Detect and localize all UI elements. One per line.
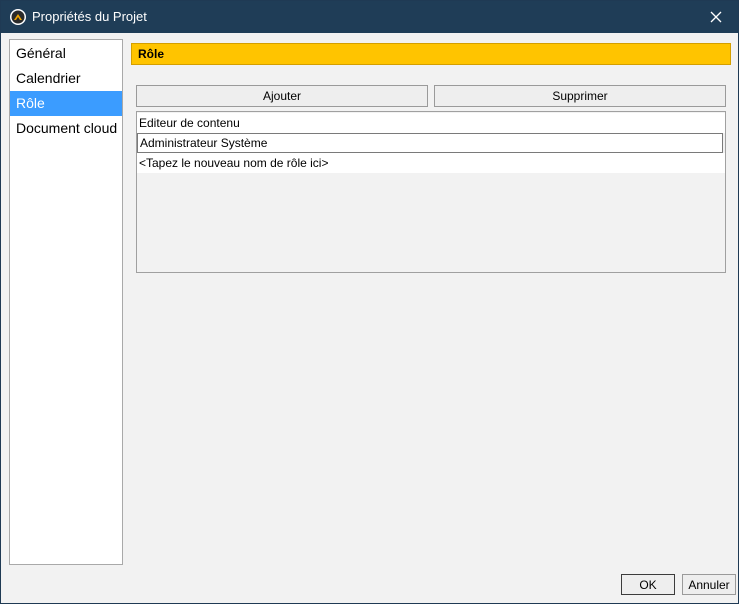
nav-item-general[interactable]: Général bbox=[10, 41, 122, 66]
role-list[interactable]: Editeur de contenu Administrateur Systèm… bbox=[136, 111, 726, 273]
close-icon bbox=[710, 11, 722, 23]
nav-item-calendar[interactable]: Calendrier bbox=[10, 66, 122, 91]
role-list-item[interactable]: Editeur de contenu bbox=[137, 113, 725, 133]
settings-nav-list: Général Calendrier Rôle Document cloud bbox=[9, 39, 123, 565]
section-header: Rôle bbox=[131, 43, 731, 65]
close-button[interactable] bbox=[698, 3, 734, 31]
add-role-button[interactable]: Ajouter bbox=[136, 85, 428, 107]
title-bar[interactable]: Propriétés du Projet bbox=[1, 1, 738, 33]
role-list-item[interactable]: Administrateur Système bbox=[137, 133, 723, 153]
cancel-button[interactable]: Annuler bbox=[682, 574, 736, 595]
nav-item-cloud-document[interactable]: Document cloud bbox=[10, 116, 122, 141]
ok-button[interactable]: OK bbox=[621, 574, 675, 595]
remove-role-button[interactable]: Supprimer bbox=[434, 85, 726, 107]
new-role-input[interactable]: <Tapez le nouveau nom de rôle ici> bbox=[137, 153, 725, 173]
project-properties-dialog: Propriétés du Projet Général Calendrier … bbox=[0, 0, 739, 604]
nav-item-role[interactable]: Rôle bbox=[10, 91, 122, 116]
window-title: Propriétés du Projet bbox=[32, 9, 147, 24]
project-app-icon bbox=[10, 9, 26, 25]
